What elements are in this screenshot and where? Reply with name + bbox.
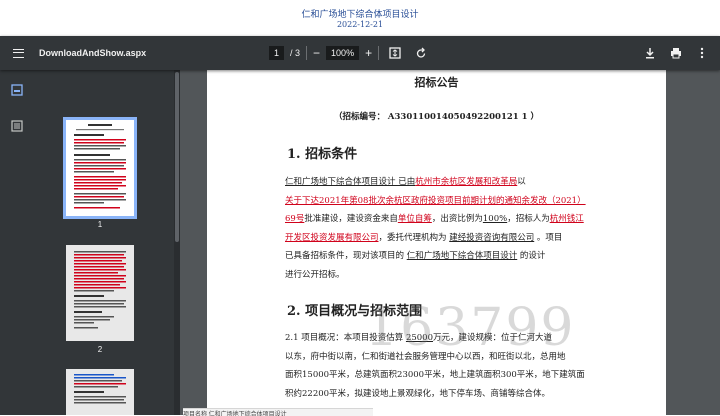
- page-thumbnail-3[interactable]: [66, 369, 134, 415]
- page-thumbnail-1[interactable]: [63, 117, 137, 219]
- toolbar-divider: [306, 46, 308, 60]
- print-icon[interactable]: [666, 43, 686, 63]
- thumbnail-3-content: [74, 374, 126, 404]
- zoom-in-button[interactable]: +: [365, 47, 372, 59]
- thumbnail-1-content: [74, 124, 126, 209]
- thumbnail-label-2: 2: [97, 345, 103, 354]
- zoom-out-button[interactable]: −: [313, 47, 320, 59]
- page-thumbnail-2[interactable]: [66, 245, 134, 341]
- section-1-body: 仁和广场地下综合体项目设计 已由杭州市余杭区发展和改革局以 关于下达2021年第…: [285, 173, 613, 284]
- thumbnail-2-content: [74, 251, 126, 329]
- section-1-line: 仁和广场地下综合体项目设计 已由杭州市余杭区发展和改革局以: [285, 177, 526, 187]
- zoom-input[interactable]: 100%: [326, 46, 360, 60]
- section-2-line: 面积15000平米，总建筑面积23000平米，地上建筑面积300平米，地下建筑面: [285, 370, 585, 380]
- section-1-line: 进行公开招标。: [285, 269, 345, 280]
- menu-icon[interactable]: [8, 43, 28, 63]
- section-1-heading: 1. 招标条件: [287, 147, 358, 162]
- rotate-icon[interactable]: [411, 43, 431, 63]
- file-name: DownloadAndShow.aspx: [39, 48, 147, 58]
- watermark: 163799: [365, 298, 576, 358]
- page-date: 2022-12-21: [336, 20, 384, 29]
- page-total: / 3: [290, 48, 301, 58]
- fit-page-icon[interactable]: [385, 43, 405, 63]
- more-options-icon[interactable]: [692, 43, 712, 63]
- section-1-line: 关于下达2021年第08批次余杭区政府投资项目前期计划的通知余发改（2021）: [285, 195, 586, 206]
- thumbnail-label-1: 1: [97, 220, 103, 229]
- page-header: 仁和广场地下综合体项目设计 2022-12-21: [0, 0, 720, 36]
- toolbar-divider: [378, 46, 380, 60]
- sidebar-scroll-thumb[interactable]: [175, 72, 179, 242]
- section-1-line: 开发区投资发展有限公司，委托代理机构为 建经投资咨询有限公司 。项目: [285, 232, 563, 243]
- section-2-line: 积约22200平米，拟建设地上景观绿化，地下停车场、商铺等综合体。: [285, 388, 551, 399]
- section-1-line: 69号批准建设，建设资金来自单位自筹，出资比例为100%，招标人为杭州钱江: [285, 214, 584, 224]
- pdf-toolbar: DownloadAndShow.aspx 1 / 3 − 100% +: [0, 36, 720, 70]
- page-number-input[interactable]: 1: [269, 46, 285, 60]
- thumbnail-sidebar: 1 2: [0, 70, 180, 415]
- document-page: 招标公告 （招标编号： A330110014050492200121 1 ） 1…: [207, 70, 666, 415]
- page-heading: 仁和广场地下综合体项目设计: [301, 10, 419, 20]
- pdf-viewer: DownloadAndShow.aspx 1 / 3 − 100% + 1 2 …: [0, 36, 720, 415]
- document-title: 招标公告: [414, 76, 459, 89]
- section-1-line: 已具备招标条件，现对该项目的 仁和广场地下综合体项目设计 的设计: [285, 251, 546, 261]
- bid-number: （招标编号： A330110014050492200121 1 ）: [333, 112, 540, 122]
- outline-view-icon[interactable]: [9, 118, 25, 134]
- thumbnails-view-icon[interactable]: [9, 82, 25, 98]
- sidebar-scrollbar[interactable]: [174, 70, 180, 415]
- sidebar-icons: [0, 70, 34, 415]
- download-icon[interactable]: [640, 43, 660, 63]
